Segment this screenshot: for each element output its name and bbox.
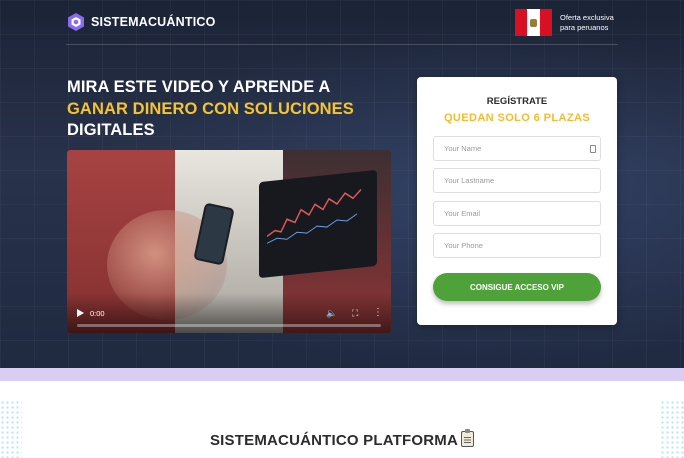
registration-form: REGÍSTRATE QUEDAN SOLO 6 PLAZAS CONSIGUE… xyxy=(417,77,617,325)
offer-line-1: Oferta exclusiva xyxy=(560,13,614,22)
offer-line-2: para peruanos xyxy=(560,22,609,32)
hero-headline: MIRA ESTE VIDEO Y APRENDE A GANAR DINERO… xyxy=(67,77,397,142)
video-controls: 0:00 🔈 ⛶ ⋮ xyxy=(67,293,391,333)
volume-icon[interactable]: 🔈 xyxy=(326,308,337,319)
hexagon-logo-icon xyxy=(68,13,84,31)
brand-logo[interactable]: SISTEMACUÁNTICO xyxy=(66,11,216,33)
phone-input[interactable] xyxy=(434,234,600,257)
header-divider xyxy=(66,44,618,45)
email-field[interactable] xyxy=(433,201,601,226)
brand-name: SISTEMACUÁNTICO xyxy=(91,15,216,29)
platform-title: SISTEMACUÁNTICO PLATFORMA xyxy=(209,432,459,449)
form-subtitle: QUEDAN SOLO 6 PLAZAS xyxy=(443,112,591,124)
phone-field[interactable] xyxy=(433,233,601,258)
lavender-band xyxy=(0,368,684,381)
headline-highlight: GANAR DINERO CON SOLUCIONES xyxy=(67,99,354,118)
play-icon[interactable] xyxy=(77,309,84,317)
video-time: 0:00 xyxy=(90,309,105,318)
autofill-icon[interactable] xyxy=(590,145,596,153)
headline-line-1: MIRA ESTE VIDEO Y APRENDE A xyxy=(67,78,331,96)
clipboard-icon xyxy=(461,429,475,447)
hero-section: SISTEMACUÁNTICO Oferta exclusiva para pe… xyxy=(0,0,684,368)
name-input[interactable] xyxy=(434,137,600,160)
name-field[interactable] xyxy=(433,136,601,161)
get-vip-access-button[interactable]: CONSIGUE ACCESO VIP xyxy=(433,273,601,301)
decorative-dots-right xyxy=(660,400,684,458)
email-input[interactable] xyxy=(434,202,600,225)
peru-flag-icon xyxy=(515,9,552,36)
decorative-dots-left xyxy=(0,400,22,458)
form-title: REGÍSTRATE xyxy=(486,96,548,107)
lastname-field[interactable] xyxy=(433,168,601,193)
platform-heading: SISTEMACUÁNTICO PLATFORMA xyxy=(0,429,684,449)
video-player[interactable]: 0:00 🔈 ⛶ ⋮ xyxy=(67,150,391,333)
lastname-input[interactable] xyxy=(434,169,600,192)
laptop-chart-image xyxy=(259,169,377,279)
fullscreen-icon[interactable]: ⛶ xyxy=(352,308,358,319)
more-options-icon[interactable]: ⋮ xyxy=(373,307,383,318)
exclusive-offer-text: Oferta exclusiva para peruanos xyxy=(560,13,640,32)
video-progress-bar[interactable] xyxy=(77,324,381,327)
headline-line-3: DIGITALES xyxy=(67,121,155,139)
